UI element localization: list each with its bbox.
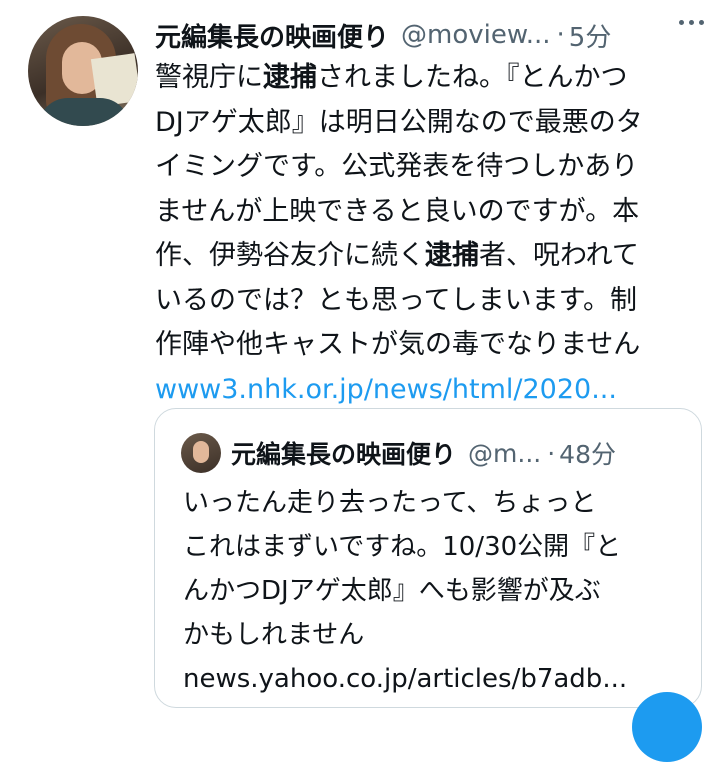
quote-link[interactable]: news.yahoo.co.jp/articles/b7adb...: [183, 657, 683, 701]
more-dot: [679, 20, 684, 25]
text-span: されましたね。『とんかつ: [317, 62, 628, 93]
tweet-line: いるのでは？とも思ってしまいます。制: [155, 279, 700, 324]
quote-line: んかつDJアゲ太郎』へも影響が及ぶ: [183, 576, 601, 606]
text-span: イミングです。公式発表を待つしかあり: [155, 151, 639, 182]
text-span: 作陣や他キャストが気の毒でなりません: [155, 329, 641, 360]
tweet-line: 警視庁に逮捕されましたね。『とんかつ: [155, 56, 700, 101]
text-span: ませんが上映できると良いのですが。本: [155, 195, 640, 227]
quote-text: いったん走り去ったって、ちょっと これはまずいですね。10/30公開『と んかつ…: [183, 481, 683, 701]
more-dot: [689, 20, 694, 25]
quoted-tweet[interactable]: 元編集長の映画便り @m... · 48分 いったん走り去ったって、ちょっと こ…: [154, 408, 702, 708]
bold-keyword: 逮捕: [263, 62, 317, 93]
quote-separator-dot: ·: [547, 438, 556, 468]
more-dot: [699, 20, 704, 25]
tweet-line: ませんが上映できると良いのですが。本: [155, 190, 700, 235]
avatar[interactable]: [28, 16, 138, 126]
tweet-header: 元編集長の映画便り @moview... · 5分: [155, 14, 611, 56]
quote-line: いったん走り去ったって、ちょっと: [183, 488, 597, 518]
compose-fab-icon[interactable]: [632, 692, 702, 762]
tweet-line: 作、伊勢谷友介に続く逮捕者、呪われて: [155, 234, 700, 279]
quote-line: これはまずいですね。10/30公開『と: [183, 532, 622, 562]
separator-dot: ·: [556, 20, 565, 50]
display-name[interactable]: 元編集長の映画便り: [155, 17, 389, 54]
timestamp[interactable]: 5分: [569, 17, 612, 54]
avatar-shirt: [38, 98, 130, 126]
tweet-link[interactable]: www3.nhk.or.jp/news/html/2020...: [155, 368, 700, 413]
tweet-line: イミングです。公式発表を待つしかあり: [155, 145, 700, 190]
quote-avatar[interactable]: [181, 433, 221, 473]
quote-avatar-face: [193, 441, 209, 463]
tweet-line: 作陣や他キャストが気の毒でなりません: [155, 323, 700, 368]
quote-handle[interactable]: @m...: [468, 439, 541, 468]
user-handle[interactable]: @moview...: [401, 20, 551, 50]
text-span: 警視庁に: [155, 62, 263, 93]
more-horizontal-icon[interactable]: [679, 20, 704, 25]
quote-timestamp[interactable]: 48分: [559, 435, 616, 471]
tweet-line: DJアゲ太郎』は明日公開なので最悪のタ: [155, 101, 700, 146]
quote-header: 元編集長の映画便り @m... · 48分: [231, 431, 616, 475]
text-span: 者、呪われて: [479, 240, 639, 271]
bold-keyword: 逮捕: [425, 240, 479, 271]
text-span: いるのでは？とも思ってしまいます。制: [155, 284, 637, 316]
quote-line: かもしれません: [183, 620, 365, 650]
tweet-text: 警視庁に逮捕されましたね。『とんかつ DJアゲ太郎』は明日公開なので最悪のタ イ…: [155, 56, 700, 412]
text-span: 作、伊勢谷友介に続く: [155, 240, 425, 271]
quote-display-name[interactable]: 元編集長の映画便り: [231, 435, 456, 471]
text-span: DJアゲ太郎』は明日公開なので最悪のタ: [155, 106, 643, 138]
